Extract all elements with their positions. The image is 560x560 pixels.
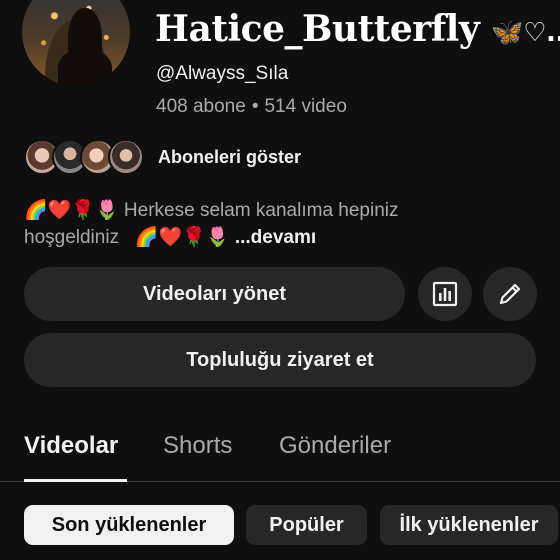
manage-videos-button[interactable]: Videoları yönet xyxy=(24,267,405,321)
visit-community-button[interactable]: Topluluğu ziyaret et xyxy=(24,333,536,387)
channel-name: Hatice_Butterfly 🦋♡.. xyxy=(155,8,560,50)
description-more-link[interactable]: ...devamı xyxy=(235,227,316,248)
video-count: 514 video xyxy=(264,96,347,117)
channel-stats: 408 abone • 514 video xyxy=(156,96,347,118)
description-emojis-2: 🌈❤️🌹🌷 xyxy=(134,226,230,248)
channel-handle: @Alwayss_Sıla xyxy=(156,63,289,84)
description-emojis: 🌈❤️🌹🌷 xyxy=(24,199,119,221)
subscriber-count: 408 abone xyxy=(156,96,246,117)
bar-chart-icon xyxy=(432,281,458,307)
chip-oldest[interactable]: İlk yüklenenler xyxy=(380,505,558,545)
channel-name-suffix: 🦋♡.. xyxy=(491,18,560,48)
channel-name-text: Hatice_Butterfly xyxy=(155,8,480,50)
channel-description[interactable]: 🌈❤️🌹🌷 Herkese selam kanalıma hepiniz hoş… xyxy=(24,197,544,251)
channel-avatar[interactable] xyxy=(22,0,130,86)
show-subscribers-row[interactable]: Aboneleri göster xyxy=(24,138,301,176)
avatar-silhouette xyxy=(58,8,112,86)
description-text-line2: hoşgeldiniz xyxy=(24,227,120,248)
description-text-line1: Herkese selam kanalıma hepiniz xyxy=(123,200,399,221)
show-subscribers-label: Aboneleri göster xyxy=(158,146,302,167)
channel-tabs: Videolar Shorts Gönderiler xyxy=(0,420,560,482)
pencil-icon xyxy=(499,283,521,305)
active-tab-indicator xyxy=(24,479,127,482)
chip-popular[interactable]: Popüler xyxy=(246,505,367,545)
tab-shorts[interactable]: Shorts xyxy=(163,432,232,460)
chip-latest[interactable]: Son yüklenenler xyxy=(24,505,234,545)
tab-posts[interactable]: Gönderiler xyxy=(279,432,391,460)
subscriber-avatar xyxy=(108,139,144,175)
tab-videos[interactable]: Videolar xyxy=(24,432,118,460)
edit-channel-button[interactable] xyxy=(483,267,537,321)
stats-separator: • xyxy=(251,96,259,117)
analytics-button[interactable] xyxy=(418,267,472,321)
